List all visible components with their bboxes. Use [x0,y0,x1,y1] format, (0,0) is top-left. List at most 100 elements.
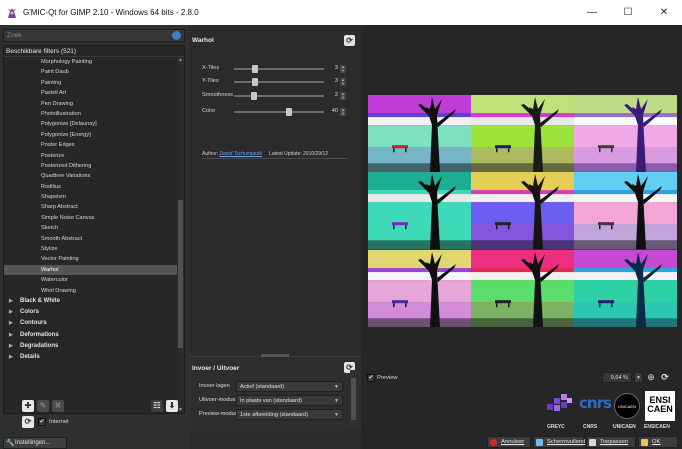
gmic-app-icon [6,7,18,19]
update-filters-icon[interactable]: ⟳ [22,416,34,428]
slider-handle[interactable] [286,108,293,116]
io-combobox[interactable]: 1ste afbeelding (standaard) ▼ [236,409,343,420]
filter-item[interactable]: Vector Painting [4,254,184,264]
internet-checkbox[interactable]: ✔ [38,418,46,426]
expand-arrow-icon[interactable]: ▶ [9,318,13,329]
spinbox-arrows-icon[interactable]: ▲ ▼ [340,92,346,100]
dropdown-arrow-icon: ▼ [334,412,339,418]
filter-category[interactable]: ▶ Deformations [4,330,184,341]
filter-category[interactable]: ▶ Black & White [4,296,184,307]
zoom-fit-icon[interactable]: ⊕ [645,371,657,383]
filter-tree-header: Beschikbare filters (521) [4,46,184,57]
expand-arrow-icon[interactable]: ▶ [9,296,13,307]
filter-item[interactable]: Poster Edges [4,140,184,150]
scrollbar-thumb[interactable] [178,200,183,348]
warhol-tile [368,95,471,173]
slider-handle[interactable] [250,92,257,100]
splitter-handle[interactable] [261,354,289,357]
preview-checkbox[interactable]: ✔ [367,374,375,382]
param-value[interactable]: 3 [328,65,338,71]
fullscreen-button[interactable]: Schermvullend [533,436,585,448]
filter-item[interactable]: Simple Noise Canvas [4,213,184,223]
filter-item[interactable]: Photoillustration [4,109,184,119]
unicaen-logo: UNICAEN [614,393,640,419]
spinbox-arrows-icon[interactable]: ▲ ▼ [340,108,346,116]
author-link[interactable]: David Tschumperlé [220,151,263,157]
scroll-down-arrow-icon[interactable]: ▼ [177,407,184,413]
apply-button[interactable]: Toepassen [586,436,636,448]
spinbox-arrows-icon[interactable]: ▲ ▼ [340,65,346,73]
toggle-visibility-icon[interactable]: ☷ [151,400,163,412]
io-scrollbar[interactable] [350,370,357,428]
filter-item[interactable]: Watercolor [4,275,184,285]
filter-item[interactable]: Morphology Painting [4,57,184,67]
preview-area[interactable]: ✔ Preview 9,64 % ▼ ⊕ ⟳ cnrs UNICAEN ENSI… [361,25,682,449]
ok-button[interactable]: OK [638,436,678,448]
param-value[interactable]: 2 [328,92,338,98]
search-clear-icon[interactable] [172,31,181,40]
filter-item[interactable]: Posterized Dithering [4,161,184,171]
filter-item[interactable]: Shapeism [4,192,184,202]
filter-item[interactable]: Sketch [4,223,184,233]
param-value[interactable]: 40 [328,108,338,114]
refresh-preview-icon[interactable]: ⟳ [659,371,671,383]
filter-item[interactable]: Sharp Abstract [4,202,184,212]
filter-item[interactable]: Pen Drawing [4,99,184,109]
expand-arrow-icon[interactable]: ▶ [9,352,13,363]
param-slider[interactable] [234,68,324,70]
filter-item[interactable]: Quadtree Variations [4,171,184,181]
minimize-button[interactable]: — [574,0,610,25]
io-label: Uitvoer-modus [199,397,236,403]
search-input[interactable]: Zoek [3,29,185,42]
zoom-input[interactable]: 9,64 % [602,372,632,383]
param-slider[interactable] [234,81,324,83]
ensicaen-logo: ENSI CAEN [645,391,675,421]
warhol-preview-image[interactable] [368,95,677,327]
filter-category[interactable]: ▶ Details [4,352,184,363]
filter-item[interactable]: Rodilius [4,182,184,192]
wrench-icon: 🔧 [6,440,15,447]
expand-collapse-icon[interactable]: ⬇ [166,400,178,412]
filter-item[interactable]: Stylize [4,244,184,254]
author-info: Author: David Tschumperlé Latest Update:… [202,151,329,157]
param-slider[interactable] [234,111,324,113]
io-label: Preview-modus [199,411,238,417]
param-value[interactable]: 3 [328,78,338,84]
filter-category[interactable]: ▶ Contours [4,318,184,329]
io-scroll-thumb[interactable] [351,378,356,420]
rename-favorite-icon[interactable]: ✎ [37,400,49,412]
filter-item[interactable]: Paint Daub [4,67,184,77]
maximize-button[interactable]: ☐ [610,0,646,25]
settings-button[interactable]: 🔧 Instellingen... [3,437,67,449]
filter-item[interactable]: Painting [4,78,184,88]
add-favorite-icon[interactable]: ✚ [22,400,34,412]
filter-item[interactable]: Warhol [4,264,184,276]
filter-item[interactable]: Polygonize [Delaunay] [4,119,184,129]
filter-item[interactable]: Polygonize [Energy] [4,130,184,140]
param-label: X-Tiles [202,65,220,71]
param-slider[interactable] [234,95,324,97]
remove-favorite-icon[interactable]: ✖ [52,400,64,412]
io-combobox[interactable]: Actief (standaard) ▼ [236,381,343,392]
zoom-dropdown-icon[interactable]: ▼ [634,372,643,383]
slider-handle[interactable] [252,78,259,86]
cancel-button[interactable]: Annuleer [487,436,531,448]
filter-item[interactable]: Smooth Abstract [4,234,184,244]
close-button[interactable]: ✕ [646,0,682,25]
slider-handle[interactable] [252,65,259,73]
expand-arrow-icon[interactable]: ▶ [9,341,13,352]
internet-label: Internet [49,419,69,425]
expand-arrow-icon[interactable]: ▶ [9,330,13,341]
reset-parameters-icon[interactable]: ⟳ [344,35,355,46]
spinbox-arrows-icon[interactable]: ▲ ▼ [340,78,346,86]
io-combobox[interactable]: In plaats van (standaard) ▼ [236,395,343,406]
filter-item[interactable]: Whirl Drawing [4,286,184,296]
expand-arrow-icon[interactable]: ▶ [9,307,13,318]
filter-tree-scrollbar[interactable]: ▲ ▼ [177,57,184,413]
filter-category[interactable]: ▶ Colors [4,307,184,318]
filter-category[interactable]: ▶ Degradations [4,341,184,352]
scroll-up-arrow-icon[interactable]: ▲ [177,57,184,64]
filter-item[interactable]: Posterize [4,151,184,161]
filter-tree[interactable]: Beschikbare filters (521) Morphology Pai… [3,45,185,414]
filter-item[interactable]: Pastell Art [4,88,184,98]
